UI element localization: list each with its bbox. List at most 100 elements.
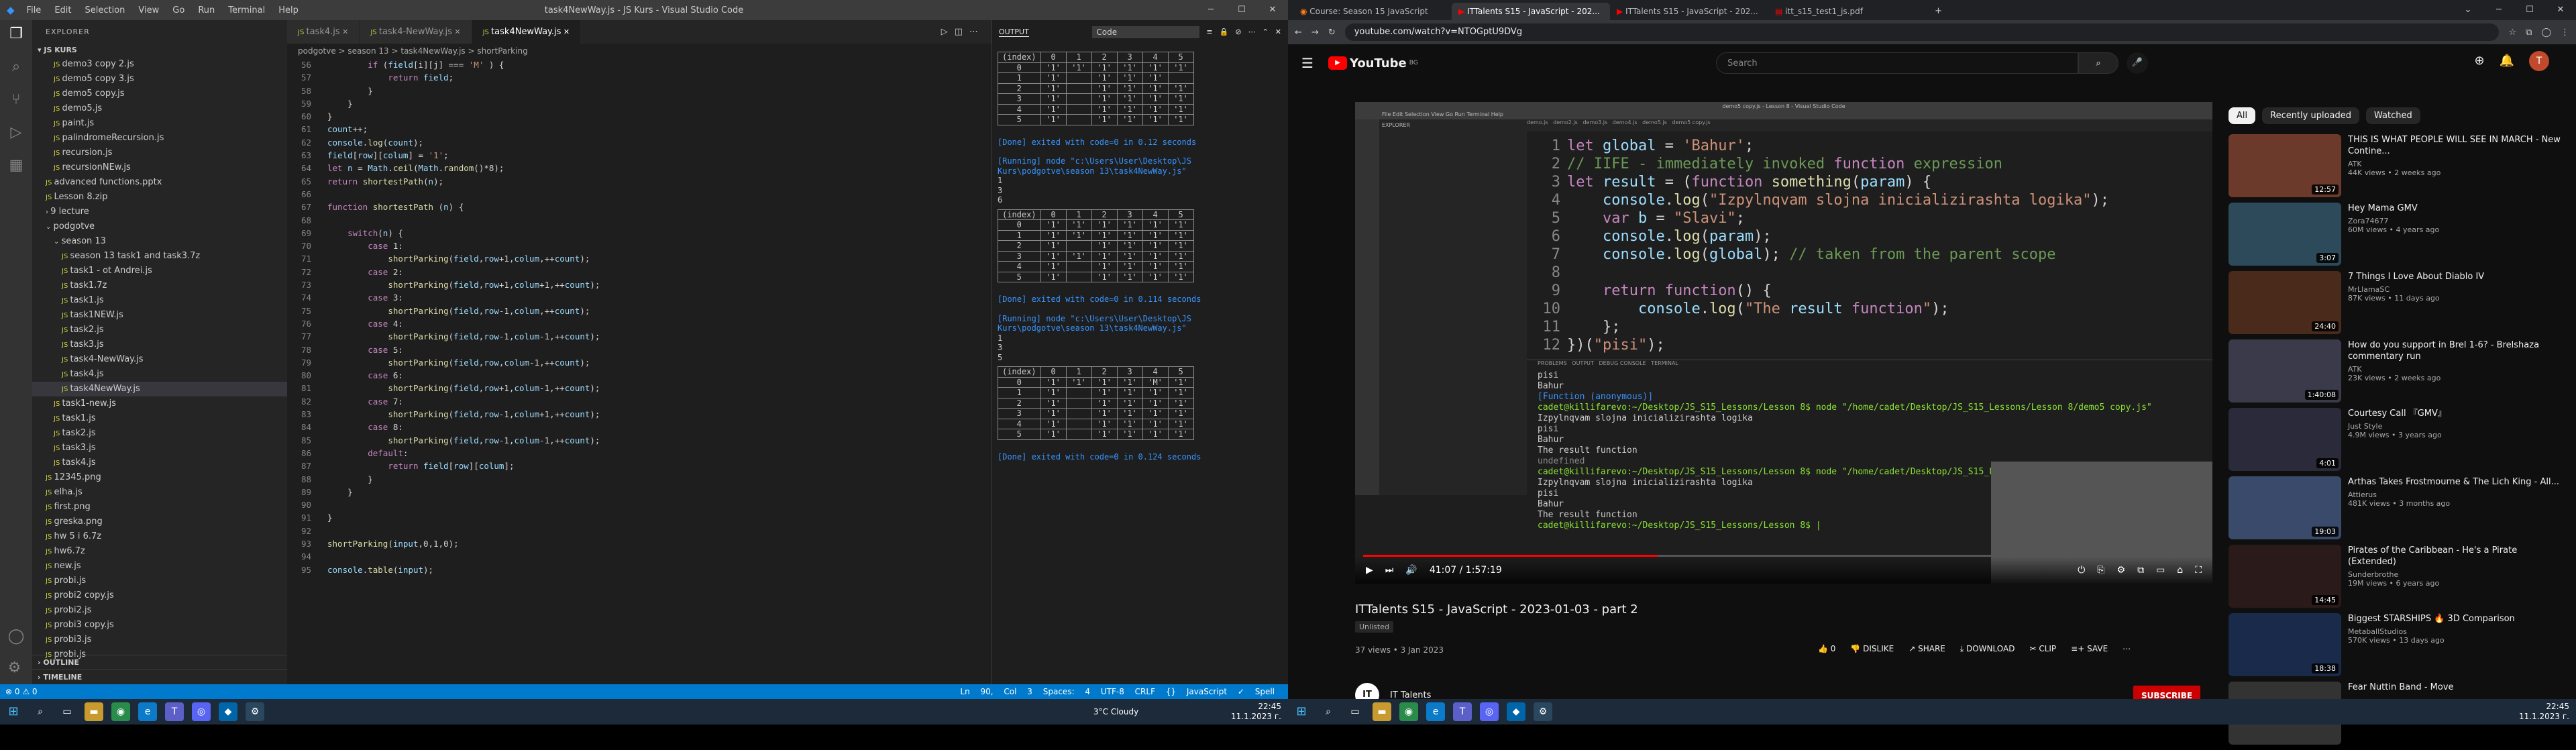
menu-item-file[interactable]: File (20, 5, 48, 15)
new-tab-icon[interactable]: + (1927, 3, 1950, 20)
teams-icon[interactable]: T (1453, 702, 1472, 721)
create-icon[interactable]: ⊕ (2474, 54, 2484, 71)
menu-item-selection[interactable]: Selection (78, 5, 132, 15)
video-action-button[interactable]: ✂ CLIP (2029, 644, 2056, 654)
video-action-button[interactable]: 👍 0 (1818, 644, 1835, 654)
tree-file[interactable]: JS task4-NewWay.js (32, 352, 287, 367)
tree-file[interactable]: JS paint.js (32, 116, 287, 131)
theater-icon[interactable]: ▭ (2156, 565, 2165, 576)
tree-file[interactable]: JS task2.js (32, 323, 287, 337)
tree-file[interactable]: JS probi3 copy.js (32, 618, 287, 633)
account-icon[interactable]: ◯ (8, 628, 25, 645)
timeline-section[interactable]: › TIMELINE (32, 669, 287, 684)
steam-icon[interactable]: ⚙ (246, 702, 264, 721)
menu-item-edit[interactable]: Edit (48, 5, 78, 15)
tree-file[interactable]: JS advanced functions.pptx (32, 175, 287, 190)
forward-icon[interactable]: → (1311, 28, 1319, 38)
video-thumbnail[interactable]: 3:07 (2229, 203, 2341, 266)
video-thumbnail[interactable]: 24:40 (2229, 271, 2341, 334)
run-debug-icon[interactable]: ▷ (11, 124, 22, 141)
tree-file[interactable]: JS recursion.js (32, 146, 287, 160)
tree-file[interactable]: JS task4.js (32, 456, 287, 470)
close-panel-icon[interactable]: ✕ (1275, 28, 1281, 36)
video-thumbnail[interactable]: 12:57 (2229, 134, 2341, 197)
chevron-down-icon[interactable]: ⌄ (2453, 0, 2483, 20)
menu-item-view[interactable]: View (131, 5, 166, 15)
tree-file[interactable]: JS task3.js (32, 337, 287, 352)
gear-icon[interactable]: ⚙ (8, 659, 25, 676)
tree-file[interactable]: JS hw 5 i 6.7z (32, 529, 287, 544)
search-input[interactable]: Search (1716, 52, 2078, 74)
video-action-button[interactable]: ↗ SHARE (1909, 644, 1945, 654)
browser-tab[interactable]: ▶ ITTalents S15 - JavaScript - 202... (1610, 3, 1768, 20)
url-field[interactable]: youtube.com/watch?v=NTOGptU9DVg (1344, 23, 2500, 41)
windows-start-icon[interactable]: ⊞ (1292, 702, 1311, 721)
avatar[interactable]: T (2529, 51, 2549, 71)
fullscreen-icon[interactable]: ⛶ (2195, 565, 2202, 576)
clock-right[interactable]: 22:45 11.1.2023 г. (2519, 702, 2569, 722)
run-icon[interactable]: ▷ (941, 27, 955, 37)
steam-icon[interactable]: ⚙ (1534, 702, 1552, 721)
video-thumbnail[interactable]: 14:45 (2229, 545, 2341, 608)
editor-tab[interactable]: JS task4-NewWay.js ✕ (360, 20, 472, 44)
editor-tab[interactable]: JS task4.js ✕ (287, 20, 360, 44)
vscode-taskbar-icon[interactable]: ◆ (1507, 702, 1525, 721)
recommendation-item[interactable]: 1:40:08 How do you support in Brel 1-6? -… (2229, 339, 2564, 408)
volume-icon[interactable]: 🔊 (1405, 565, 1417, 576)
bell-icon[interactable]: 🔔 (2500, 54, 2514, 71)
tree-file[interactable]: JS Lesson 8.zip (32, 190, 287, 205)
recommendation-item[interactable]: 14:45 Pirates of the Caribbean - He's a P… (2229, 545, 2564, 613)
video-thumbnail[interactable]: 18:38 (2229, 613, 2341, 676)
source-control-icon[interactable]: ⑂ (11, 91, 20, 108)
more-icon[interactable]: ⋯ (969, 27, 985, 37)
tree-folder[interactable]: ⌄ season 13 (32, 234, 287, 249)
tree-file[interactable]: JS task1.7z (32, 278, 287, 293)
tree-file[interactable]: JS task2.js (32, 426, 287, 441)
maximize-icon[interactable]: ☐ (1226, 0, 1257, 20)
recommendation-item[interactable]: 18:38 Biggest STARSHIPS 🔥 3D Comparison Me… (2229, 613, 2564, 682)
tree-file[interactable]: JS elha.js (32, 485, 287, 500)
video-player[interactable]: demo5 copy.js - Lesson 8 - Visual Studio… (1355, 102, 2212, 584)
tree-folder[interactable]: ⌄ podgotve (32, 219, 287, 234)
search-icon[interactable]: ⌕ (1319, 702, 1338, 721)
hamburger-icon[interactable]: ☰ (1301, 55, 1313, 71)
recommendation-item[interactable]: 19:03 Arthas Takes Frostmourne & The Lich… (2229, 476, 2564, 545)
search-icon[interactable]: ⌕ (31, 702, 50, 721)
tree-file[interactable]: JS demo3 copy 2.js (32, 57, 287, 72)
tree-file[interactable]: JS task1.js (32, 411, 287, 426)
tree-file[interactable]: JS greska.png (32, 515, 287, 529)
recommendation-item[interactable]: 24:40 7 Things I Love About Diablo IV MrLl… (2229, 271, 2564, 339)
ellipsis-icon[interactable]: ⋯ (1248, 28, 1256, 36)
video-action-button[interactable]: 👎 DISLIKE (1850, 644, 1894, 654)
video-thumbnail[interactable]: 4:01 (2229, 408, 2341, 471)
profile-icon[interactable]: ◯ (2541, 28, 2551, 38)
browser-tab[interactable]: ◉ Course: Season 15 JavaScript (1293, 3, 1452, 20)
search-icon[interactable]: ⌕ (12, 58, 20, 75)
menu-item-go[interactable]: Go (166, 5, 191, 15)
close-icon[interactable]: ✕ (340, 28, 348, 36)
tree-file[interactable]: JS 12345.png (32, 470, 287, 485)
youtube-logo[interactable]: ▶ YouTube BG (1328, 56, 1418, 70)
discord-icon[interactable]: ◎ (192, 702, 211, 721)
play-icon[interactable]: ▶ (1366, 565, 1373, 576)
video-action-button[interactable]: ⤓ DOWNLOAD (1960, 644, 2015, 654)
tree-file[interactable]: JS probi3.js (32, 633, 287, 647)
settings-icon[interactable]: ⚙ (2117, 565, 2126, 576)
filter-chip[interactable]: All (2229, 107, 2256, 124)
folder-icon[interactable]: ▬ (85, 702, 103, 721)
autoplay-icon[interactable]: ⏻ (2078, 565, 2085, 576)
kebab-menu-icon[interactable]: ⋮ (2561, 28, 2569, 38)
close-icon[interactable]: ✕ (2545, 0, 2576, 20)
search-button[interactable]: ⌕ (2078, 52, 2118, 74)
clear-icon[interactable]: ⊘ (1235, 28, 1241, 36)
extensions-icon[interactable]: ▦ (9, 157, 23, 174)
filter-chip[interactable]: Watched (2366, 107, 2420, 124)
tree-file[interactable]: JS demo5 copy 3.js (32, 72, 287, 87)
tree-file[interactable]: JS task4NewWay.js (32, 382, 287, 396)
tree-file[interactable]: JS demo5 copy.js (32, 87, 287, 101)
status-problems[interactable]: ⊗ 0 ⚠ 0 (5, 684, 38, 699)
windows-start-icon[interactable]: ⊞ (4, 702, 23, 721)
bookmark-star-icon[interactable]: ☆ (2508, 28, 2516, 38)
recommendation-item[interactable]: 12:57 THIS IS WHAT PEOPLE WILL SEE IN MAR… (2229, 134, 2564, 203)
outline-section[interactable]: › OUTLINE (32, 655, 287, 669)
